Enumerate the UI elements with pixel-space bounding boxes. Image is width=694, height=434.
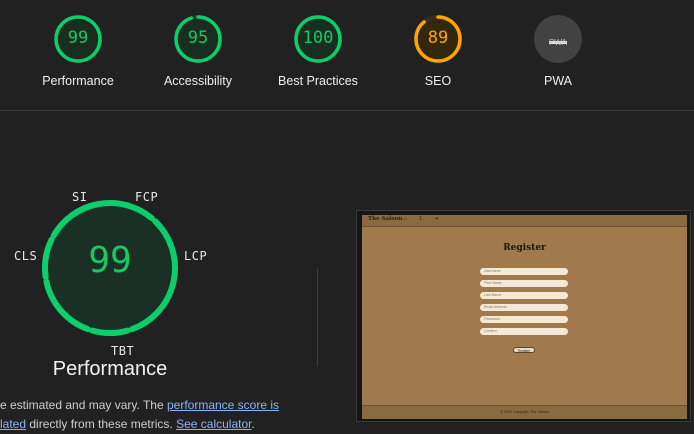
login-icon: ⇥ (434, 216, 439, 222)
gauge-best-practices[interactable]: 100 Best Practices (268, 14, 368, 88)
screenshot-navbar: The Saloon ⌂ 1 ⇥ (362, 215, 687, 227)
section-divider (0, 110, 694, 111)
nav-item: 1 (419, 216, 422, 222)
gauge-performance[interactable]: 99 Performance (28, 14, 128, 88)
screenshot-field: Password (480, 316, 568, 323)
desc-text: e estimated and may vary. The (0, 398, 167, 412)
screenshot-footer: © 2022 Copyright: The Saloon (362, 405, 687, 419)
screenshot-footer-text: © 2022 Copyright: The Saloon (500, 410, 549, 414)
gauge-score: 99 (67, 28, 89, 48)
gauge-score: 89 (427, 28, 449, 48)
screenshot-field: Username (480, 268, 568, 275)
gauge-accessibility[interactable]: 95 Accessibility (148, 14, 248, 88)
home-icon: ⌂ (404, 216, 408, 222)
performance-description: e estimated and may vary. The performanc… (0, 396, 300, 434)
gauge-label: SEO (424, 74, 452, 88)
vertical-divider (317, 268, 318, 366)
category-gauges: 99 Performance 95 Accessibility 100 Best… (0, 0, 694, 110)
gauge-label: Accessibility (163, 74, 233, 88)
screenshot-brand: The Saloon (368, 216, 403, 222)
screenshot-field: First Name (480, 280, 568, 287)
see-calculator-link[interactable]: See calculator (176, 417, 251, 431)
performance-gauge: SI FCP LCP TBT CLS 99 Performance (0, 180, 230, 380)
performance-title: Performance (52, 358, 168, 380)
screenshot-field: Last Name (480, 292, 568, 299)
metric-tag-lcp: LCP (184, 249, 208, 263)
tbt-segment (89, 327, 131, 336)
gauge-label: PWA (543, 74, 572, 88)
desc-text: directly from these metrics. (26, 417, 177, 431)
metric-tag-tbt: TBT (111, 344, 135, 358)
gauge-seo[interactable]: 89 SEO (388, 14, 488, 88)
gauge-score: 100 (302, 28, 334, 48)
pwa-badge-text: PWA (549, 38, 567, 47)
gauge-label: Performance (42, 74, 114, 88)
gauge-pwa[interactable]: PWA PWA (508, 14, 608, 88)
performance-score-link-cont[interactable]: lated (0, 417, 26, 431)
desc-text: . (251, 417, 255, 431)
metric-tag-si: SI (72, 190, 88, 204)
gauge-label: Best Practices (278, 74, 358, 88)
metric-tag-fcp: FCP (135, 190, 159, 204)
performance-score-link[interactable]: performance score is (167, 398, 279, 412)
gauge-score: 95 (187, 28, 209, 48)
metric-tag-cls: CLS (14, 249, 38, 263)
screenshot-field: Email Address (480, 304, 568, 311)
screenshot-register-button: Register (513, 347, 535, 353)
performance-score: 99 (88, 240, 132, 281)
screenshot-title: Register (503, 243, 546, 253)
screenshot-page: The Saloon ⌂ 1 ⇥ Register Username First… (362, 215, 687, 419)
final-screenshot[interactable]: The Saloon ⌂ 1 ⇥ Register Username First… (356, 210, 691, 422)
screenshot-field: Confirm (480, 328, 568, 335)
